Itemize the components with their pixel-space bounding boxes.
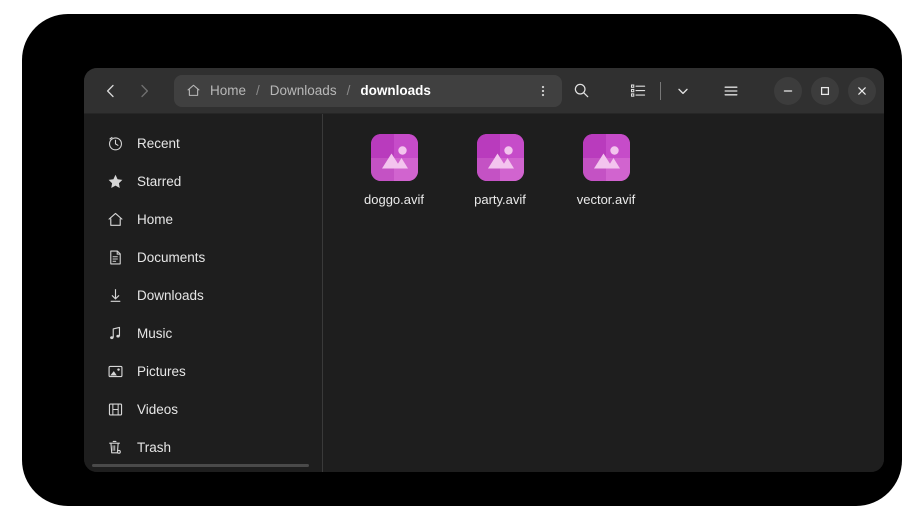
minimize-icon [781,84,795,98]
header-actions [562,75,876,107]
sidebar-item-documents[interactable]: Documents [84,238,322,276]
back-button[interactable] [96,75,125,107]
maximize-button[interactable] [811,77,839,105]
desktop-frame: Home / Downloads / downloads [22,14,902,506]
breadcrumb-item-downloads[interactable]: Downloads [268,83,339,98]
minimize-button[interactable] [774,77,802,105]
picture-icon [106,362,124,380]
sidebar-item-label: Trash [137,440,171,455]
search-icon [573,82,590,99]
trash-icon [106,438,124,456]
sidebar-item-music[interactable]: Music [84,314,322,352]
file-item[interactable]: doggo.avif [341,128,447,207]
sidebar-item-label: Downloads [137,288,204,303]
window-body: Recent Starred [84,114,884,472]
breadcrumb-separator: / [347,83,351,98]
file-name-label: party.avif [474,192,526,207]
home-icon [186,83,201,98]
close-button[interactable] [848,77,876,105]
film-icon [106,400,124,418]
maximize-icon [818,84,832,98]
sidebar-item-label: Recent [137,136,180,151]
image-file-icon [477,134,524,181]
search-button[interactable] [565,75,597,107]
file-name-label: doggo.avif [364,192,424,207]
file-item[interactable]: party.avif [447,128,553,207]
sidebar-item-label: Starred [137,174,181,189]
music-note-icon [106,324,124,342]
star-icon [106,172,124,190]
chevron-left-icon [103,83,119,99]
chevron-down-icon [675,83,691,99]
chevron-right-icon [136,83,152,99]
hamburger-menu-icon [722,82,740,100]
sidebar-item-home[interactable]: Home [84,200,322,238]
header-bar: Home / Downloads / downloads [84,68,884,114]
list-view-icon [630,82,647,99]
file-grid: doggo.avif [341,128,884,207]
sidebar-item-label: Videos [137,402,178,417]
image-file-icon [583,134,630,181]
vertical-dots-icon[interactable] [530,78,556,104]
file-list-area[interactable]: doggo.avif [323,114,884,472]
sidebar-item-label: Music [137,326,172,341]
sidebar-item-label: Pictures [137,364,186,379]
breadcrumb-separator: / [256,83,260,98]
download-arrow-icon [106,286,124,304]
document-icon [106,248,124,266]
sidebar-item-label: Documents [137,250,205,265]
file-name-label: vector.avif [577,192,636,207]
sidebar-item-pictures[interactable]: Pictures [84,352,322,390]
breadcrumb-item-current[interactable]: downloads [358,83,433,98]
sidebar-horizontal-scrollbar[interactable] [92,464,309,467]
image-file-icon [371,134,418,181]
view-mode-group [619,75,702,107]
sidebar-item-videos[interactable]: Videos [84,390,322,428]
main-menu-button[interactable] [715,75,747,107]
view-options-button[interactable] [667,75,699,107]
sidebar-item-downloads[interactable]: Downloads [84,276,322,314]
file-manager-window: Home / Downloads / downloads [84,68,884,472]
file-item[interactable]: vector.avif [553,128,659,207]
screen: Home / Downloads / downloads [0,0,924,526]
sidebar: Recent Starred [84,114,323,472]
sidebar-item-label: Home [137,212,173,227]
sidebar-item-starred[interactable]: Starred [84,162,322,200]
sidebar-item-trash[interactable]: Trash [84,428,322,466]
breadcrumb: Home / Downloads / downloads [174,75,562,107]
close-icon [855,84,869,98]
toolbar-separator [660,82,661,100]
sidebar-item-recent[interactable]: Recent [84,124,322,162]
breadcrumb-item-home[interactable]: Home [208,83,248,98]
clock-icon [106,134,124,152]
list-view-button[interactable] [622,75,654,107]
forward-button[interactable] [129,75,158,107]
home-icon [106,210,124,228]
